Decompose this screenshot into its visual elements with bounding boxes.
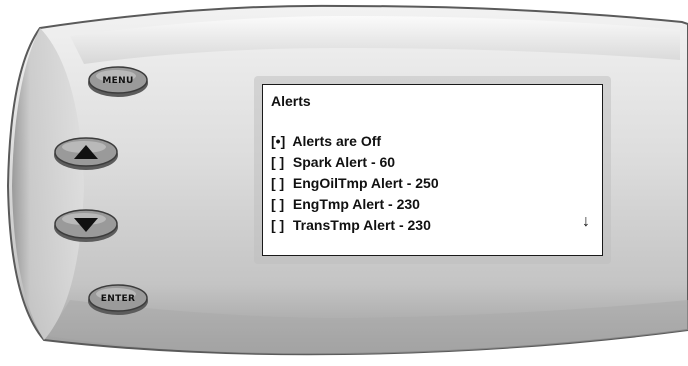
lcd-screen: Alerts [•] Alerts are Off [ ] Spark Aler… <box>262 84 603 256</box>
checkbox-indicator: [ ] <box>271 154 285 170</box>
handheld-programmer: MENU ENTER Alerts [•] Alerts are Off []… <box>0 0 688 366</box>
menu-item-label: TransTmp Alert - 230 <box>292 217 431 233</box>
scroll-down-arrow-icon: ↓ <box>582 213 590 230</box>
enter-button-shape <box>88 284 148 315</box>
triangle-down-icon <box>74 218 98 232</box>
menu-item-engtmp-alert[interactable]: [ ] EngTmp Alert - 230 <box>271 194 439 215</box>
enter-button[interactable]: ENTER <box>86 282 150 316</box>
menu-button-shape <box>88 66 148 97</box>
checkbox-indicator: [ ] <box>271 196 285 212</box>
down-button[interactable] <box>52 206 120 244</box>
menu-item-label: EngTmp Alert - 230 <box>292 196 420 212</box>
checkbox-indicator: [ ] <box>271 217 285 233</box>
up-button[interactable] <box>52 134 120 172</box>
alerts-menu: [•] Alerts are Off [ ] Spark Alert - 60 … <box>271 131 439 236</box>
checkbox-indicator: [ ] <box>271 175 285 191</box>
menu-button[interactable]: MENU <box>86 64 150 98</box>
triangle-up-icon <box>74 145 98 159</box>
radio-selected-indicator: [•] <box>271 133 286 149</box>
menu-item-alerts-off[interactable]: [•] Alerts are Off <box>271 131 439 152</box>
screen-title: Alerts <box>271 93 311 109</box>
menu-item-label: Alerts are Off <box>292 133 382 149</box>
menu-item-spark-alert[interactable]: [ ] Spark Alert - 60 <box>271 152 439 173</box>
menu-item-label: Spark Alert - 60 <box>292 154 396 170</box>
menu-item-engoiltmp-alert[interactable]: [ ] EngOilTmp Alert - 250 <box>271 173 439 194</box>
menu-item-label: EngOilTmp Alert - 250 <box>292 175 439 191</box>
menu-item-transtmp-alert[interactable]: [ ] TransTmp Alert - 230 <box>271 215 439 236</box>
